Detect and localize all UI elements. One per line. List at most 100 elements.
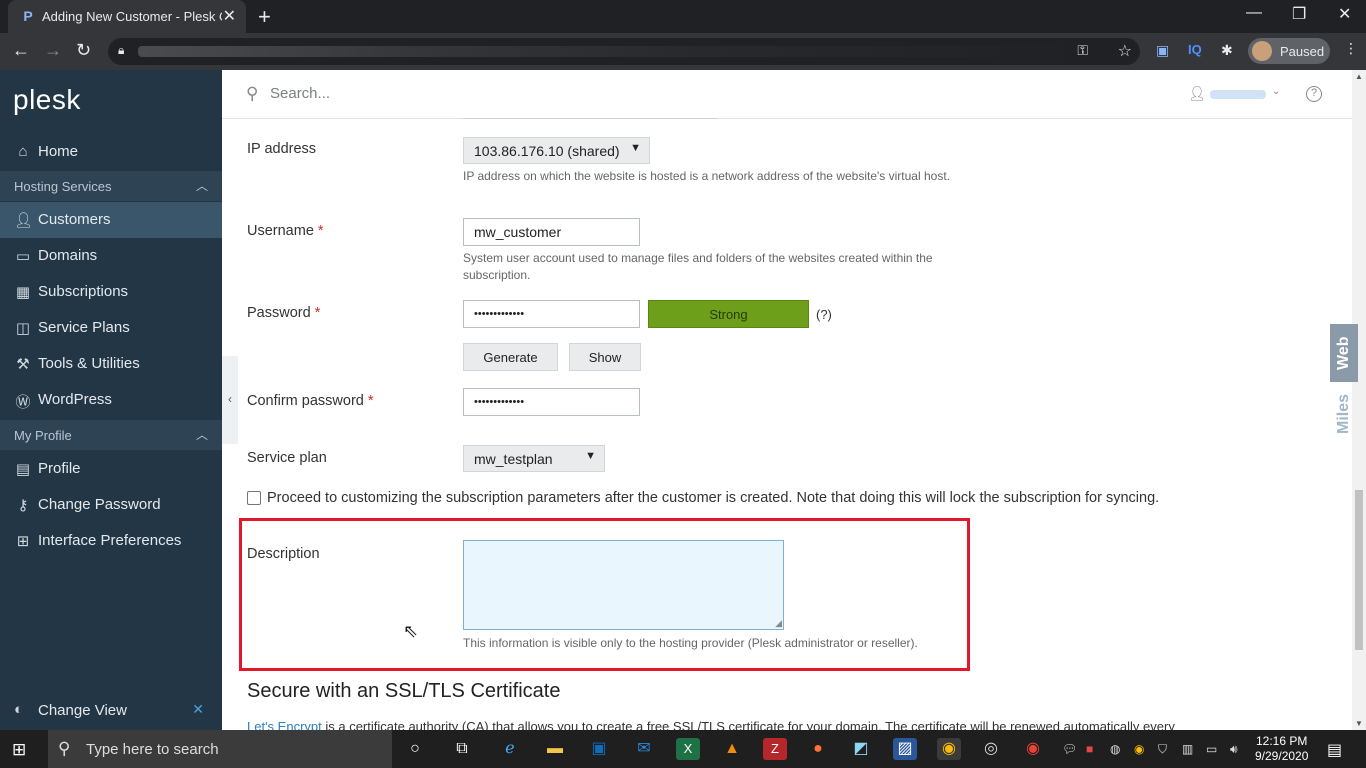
forward-icon[interactable]: →: [44, 40, 62, 61]
new-tab-icon[interactable]: +: [258, 4, 271, 30]
sidebar-item-profile[interactable]: ▤ Profile: [0, 451, 222, 487]
app-icon[interactable]: ▨: [893, 738, 917, 760]
chevron-down-icon: ▼: [585, 450, 596, 462]
filezilla-icon[interactable]: Z: [763, 738, 787, 760]
scroll-down-icon[interactable]: ▼: [1355, 719, 1363, 728]
tray-icon[interactable]: ◍: [1110, 742, 1120, 756]
bookmark-star-icon[interactable]: ☆: [1118, 41, 1132, 61]
service-plan-value: mw_testplan: [474, 451, 553, 467]
proceed-customizing-label[interactable]: Proceed to customizing the subscription …: [267, 490, 1159, 506]
browser-tab[interactable]: P Adding New Customer - Plesk O ✕: [8, 0, 246, 33]
section-label: Hosting Services: [14, 179, 112, 194]
extension-icon[interactable]: ▣: [1156, 42, 1169, 59]
close-tab-icon[interactable]: ✕: [223, 6, 236, 26]
service-plan-label: Service plan: [247, 450, 327, 466]
blurred-username[interactable]: [1210, 90, 1266, 99]
key-icon[interactable]: ⚿: [1077, 42, 1088, 59]
chrome-tray-icon[interactable]: ◉: [1134, 742, 1144, 756]
chevron-up-icon: ︿: [195, 428, 208, 442]
watermark-bottom: Miles: [1335, 394, 1352, 435]
profile-paused-button[interactable]: Paused: [1248, 38, 1330, 64]
chrome-alt-icon[interactable]: ◉: [1021, 738, 1045, 760]
mail-icon[interactable]: ✉: [632, 738, 656, 760]
sidebar-item-label: Interface Preferences: [38, 532, 182, 549]
sidebar-item-domains[interactable]: ▭ Domains: [0, 238, 222, 274]
change-view-button[interactable]: ◐ Change View ✕: [0, 690, 222, 730]
windows-start-icon[interactable]: ⊞: [12, 740, 26, 760]
section-hosting-services[interactable]: Hosting Services ︿: [0, 171, 222, 201]
watermark-logo: Web Miles: [1330, 324, 1358, 446]
chevron-down-icon[interactable]: ⌄: [1272, 86, 1280, 97]
user-icon[interactable]: 👤︎: [1188, 85, 1206, 102]
address-bar[interactable]: 🔒︎ ⚿ ☆: [108, 38, 1140, 65]
resize-handle-icon[interactable]: ◢: [775, 618, 782, 629]
sidebar-item-tools-utilities[interactable]: ⚒ Tools & Utilities: [0, 346, 222, 382]
excel-icon[interactable]: X: [676, 738, 700, 760]
confirm-password-label: Confirm password *: [247, 393, 374, 409]
close-window-icon[interactable]: ✕: [1338, 4, 1351, 24]
username-input[interactable]: mw_customer: [463, 218, 640, 246]
volume-icon[interactable]: 🔊︎: [1230, 742, 1238, 757]
store-icon[interactable]: ▣: [587, 738, 611, 760]
reload-icon[interactable]: ↻: [76, 40, 91, 61]
description-textarea[interactable]: ◢: [463, 540, 784, 630]
record-tray-icon[interactable]: ■: [1086, 742, 1093, 756]
taskbar-clock[interactable]: 12:16 PM 9/29/2020: [1255, 734, 1308, 764]
sidebar-item-change-password[interactable]: ⚷ Change Password: [0, 487, 222, 523]
change-view-icon: ◐: [14, 701, 24, 718]
section-my-profile[interactable]: My Profile ︿: [0, 420, 222, 450]
task-view-icon[interactable]: ⧉: [450, 738, 474, 760]
generate-button[interactable]: Generate: [463, 343, 558, 371]
sidebar-item-wordpress[interactable]: Ⓦ WordPress: [0, 382, 222, 418]
sidebar-item-subscriptions[interactable]: ▦ Subscriptions: [0, 274, 222, 310]
obs-icon[interactable]: ◎: [979, 738, 1003, 760]
monitor-icon: ▭: [15, 248, 31, 265]
lets-encrypt-link[interactable]: Let's Encrypt: [247, 719, 322, 730]
close-icon[interactable]: ✕: [192, 701, 204, 718]
firefox-icon[interactable]: ●: [806, 738, 830, 760]
sidebar-item-interface-preferences[interactable]: ⊞ Interface Preferences: [0, 523, 222, 559]
password-strength-help-link[interactable]: (?): [816, 307, 832, 322]
password-input[interactable]: •••••••••••••: [463, 300, 640, 328]
scroll-thumb[interactable]: [1355, 490, 1363, 650]
chrome-icon[interactable]: ◉: [937, 738, 961, 760]
vlc-icon[interactable]: ▲: [720, 738, 744, 760]
minimize-icon[interactable]: —: [1246, 4, 1262, 22]
restore-icon[interactable]: ❐: [1292, 4, 1306, 24]
file-explorer-icon[interactable]: ▬: [543, 738, 567, 760]
sidebar-item-label: Change Password: [38, 496, 161, 513]
confirm-password-input[interactable]: •••••••••••••: [463, 388, 640, 416]
cortana-icon[interactable]: ○: [403, 738, 427, 760]
network-tray-icon[interactable]: ▥: [1182, 742, 1193, 756]
collapse-sidebar-button[interactable]: ‹: [222, 356, 238, 444]
back-icon[interactable]: ←: [12, 40, 30, 61]
sidebar-item-service-plans[interactable]: ◫ Service Plans: [0, 310, 222, 346]
sidebar-item-label: Tools & Utilities: [38, 355, 140, 372]
sidebar-item-label: WordPress: [38, 391, 112, 408]
search-input[interactable]: Search...: [270, 85, 330, 102]
iq-extension-icon[interactable]: IQ: [1188, 42, 1202, 57]
lock-icon[interactable]: 🔒︎: [118, 43, 124, 58]
puzzle-extensions-icon[interactable]: ✱: [1221, 42, 1233, 59]
edge-icon[interactable]: ℯ: [498, 738, 522, 760]
scroll-up-icon[interactable]: ▲: [1355, 72, 1363, 81]
paused-label: Paused: [1280, 44, 1325, 59]
service-plan-select[interactable]: mw_testplan ▼: [463, 445, 605, 472]
watermark-top: Web: [1330, 324, 1358, 382]
proceed-customizing-checkbox[interactable]: [247, 491, 261, 505]
chat-tray-icon[interactable]: 💬︎: [1062, 742, 1077, 756]
taskbar-search[interactable]: ⚲ Type here to search: [48, 730, 392, 768]
menu-kebab-icon[interactable]: ⋮: [1344, 40, 1358, 57]
sidebar-item-home[interactable]: ⌂ Home: [0, 134, 222, 170]
ip-address-select[interactable]: 103.86.176.10 (shared) ▼: [463, 137, 650, 164]
notes-icon[interactable]: ◩: [849, 738, 873, 760]
help-icon[interactable]: ?: [1306, 86, 1322, 102]
show-password-button[interactable]: Show: [569, 343, 641, 371]
shield-tray-icon[interactable]: ⛉: [1158, 742, 1167, 757]
username-hint: System user account used to manage files…: [463, 251, 933, 282]
display-tray-icon[interactable]: ▭: [1206, 742, 1217, 756]
notifications-icon[interactable]: ▤: [1327, 740, 1342, 760]
sidebar-item-customers[interactable]: 👤︎ Customers: [0, 202, 222, 238]
mouse-cursor-icon: ⇖: [403, 621, 419, 641]
tools-icon: ⚒: [16, 356, 30, 373]
